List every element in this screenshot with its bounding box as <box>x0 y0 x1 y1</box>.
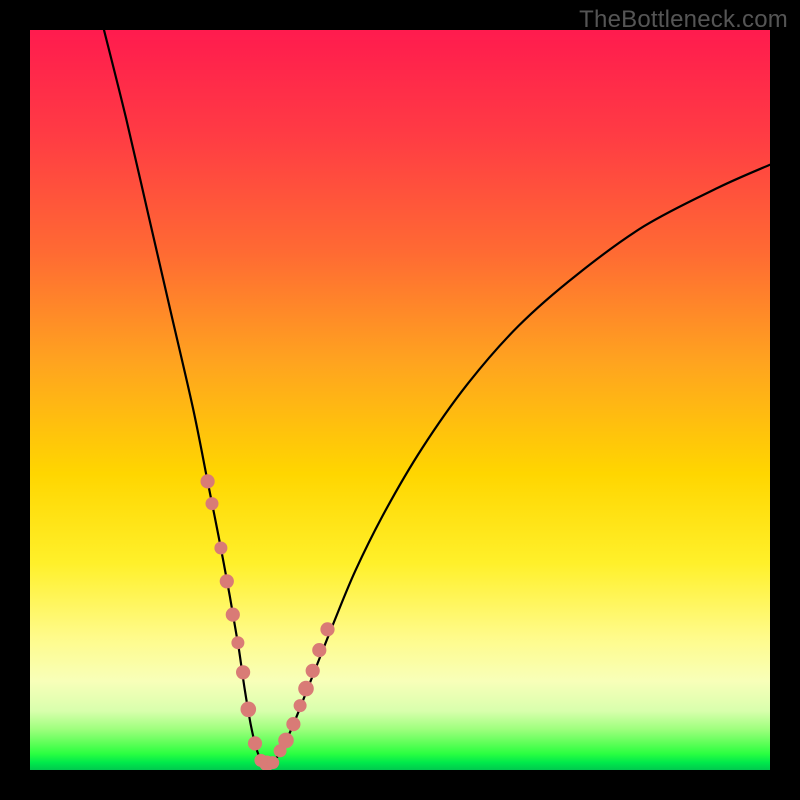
data-marker <box>201 475 214 488</box>
data-marker <box>306 664 319 677</box>
watermark-label: TheBottleneck.com <box>579 6 788 34</box>
data-marker <box>237 666 250 679</box>
data-marker <box>287 718 300 731</box>
data-marker <box>279 733 294 748</box>
data-marker <box>267 757 279 769</box>
plot-area <box>30 30 770 770</box>
data-marker <box>215 542 227 554</box>
data-marker <box>226 608 239 621</box>
bottleneck-curve <box>104 30 770 765</box>
data-marker <box>241 702 256 717</box>
data-marker <box>299 681 314 696</box>
data-marker <box>294 700 306 712</box>
data-marker <box>232 637 244 649</box>
data-marker <box>248 737 261 750</box>
data-marker <box>206 498 218 510</box>
chart-svg <box>30 30 770 770</box>
data-marker <box>220 575 233 588</box>
data-marker <box>313 644 326 657</box>
data-marker <box>321 623 334 636</box>
chart-root: TheBottleneck.com <box>0 0 800 800</box>
marker-group <box>201 475 334 770</box>
